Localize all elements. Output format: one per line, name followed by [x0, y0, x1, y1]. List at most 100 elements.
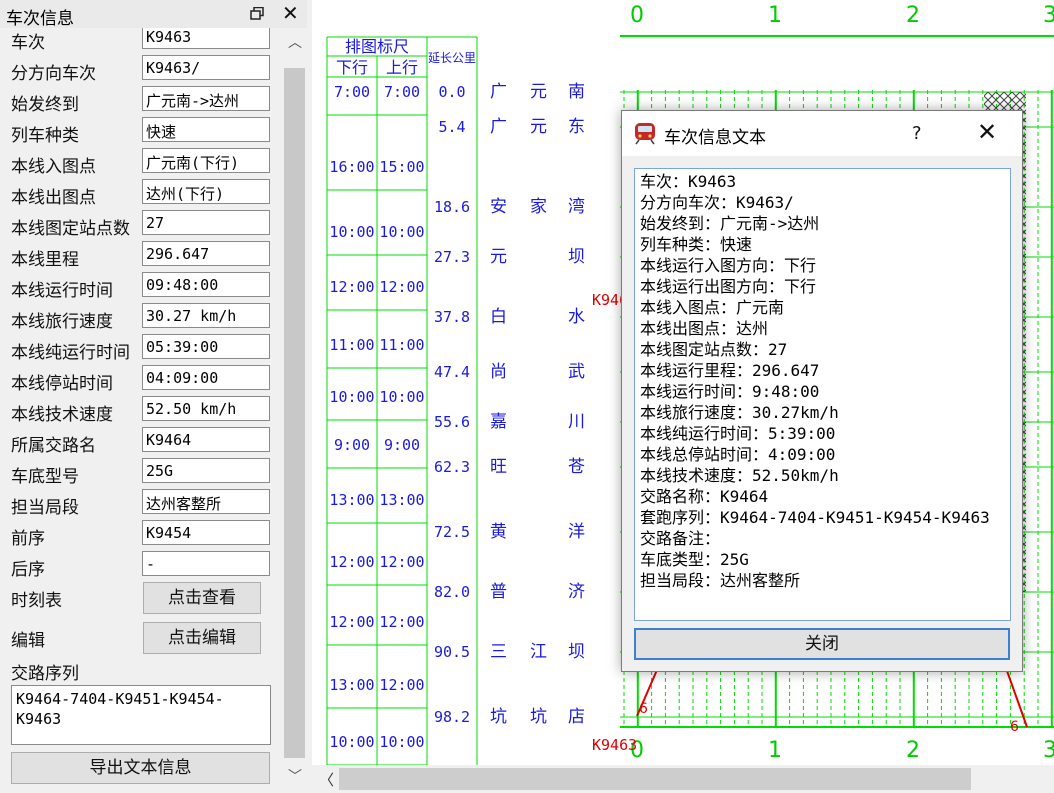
timetable-label: 时刻表 [11, 591, 62, 611]
view-timetable-button[interactable]: 点击查看 [143, 582, 261, 614]
field-label: 本线纯运行时间 [11, 343, 130, 363]
field-value[interactable]: 296.647 [142, 241, 270, 266]
station-name-char: 元 [530, 82, 547, 102]
station-name-char: 嘉 [490, 412, 507, 432]
info-line: 本线总停站时间：4:09:00 [640, 445, 836, 464]
field-label: 本线图定站点数 [11, 219, 130, 239]
km-label: 延长公里 [428, 51, 476, 65]
up-time: 15:00 [379, 158, 424, 176]
station-km: 62.3 [434, 458, 470, 476]
info-line: 本线入图点：广元南 [640, 298, 785, 317]
station-name-char: 家 [530, 197, 547, 217]
scroll-left-icon[interactable]: 〈 [319, 769, 334, 790]
info-line: 本线旅行速度：30.27km/h [640, 403, 839, 422]
chain-sequence-field[interactable]: K9464-7404-K9451-K9454-K9463 [11, 685, 271, 745]
field-label: 始发终到 [11, 95, 79, 115]
field-value[interactable]: K9454 [142, 520, 270, 545]
export-text-button[interactable]: 导出文本信息 [11, 752, 270, 784]
station-km: 47.4 [434, 363, 470, 381]
info-line: 本线纯运行时间：5:39:00 [640, 424, 836, 443]
station-name-char: 店 [568, 707, 585, 727]
field-value[interactable]: 广元南(下行) [142, 148, 270, 173]
hour-label-bottom: 2 [906, 738, 920, 763]
ruler-title: 排图标尺 [345, 37, 409, 56]
field-value[interactable]: 09:48:00 [142, 272, 270, 297]
scroll-down-icon[interactable]: ﹀ [288, 766, 302, 786]
close-button[interactable]: 关闭 [634, 628, 1010, 660]
station-name-char: 白 [490, 307, 507, 327]
station-name-char: 东 [568, 117, 585, 137]
train-label: K9463 [592, 736, 637, 754]
up-time: 9:00 [384, 436, 420, 454]
field-value[interactable]: 52.50 km/h [142, 396, 270, 421]
field-label: 车底型号 [11, 467, 79, 487]
field-label: 本线技术速度 [11, 405, 113, 425]
dialog-close-icon[interactable]: ✕ [977, 118, 997, 146]
scrollbar-thumb[interactable] [284, 68, 305, 758]
station-km: 18.6 [434, 198, 470, 216]
info-line: 本线运行出图方向：下行 [640, 277, 817, 296]
station-name-char: 水 [568, 307, 585, 327]
train-info-panel: 车次信息 ✕ 车次 K9463 分方向车次 K9463/始发终到 广元南->达州 列车种类… [0, 0, 307, 793]
station-name-char: 元 [490, 247, 507, 267]
panel-vertical-scrollbar[interactable]: ︿ ﹀ [282, 28, 307, 793]
down-time: 13:00 [329, 491, 374, 509]
station-km: 0.0 [438, 83, 465, 101]
field-value[interactable]: K9463 [142, 28, 270, 49]
train-info-text-dialog: 车次信息文本 ? ✕ 车次：K9463 分方向车次：K9463/始发终到：广元南-… [621, 110, 1023, 672]
field-label: 本线停站时间 [11, 374, 113, 394]
help-button[interactable]: ? [912, 123, 922, 144]
field-value[interactable]: 30.27 km/h [142, 303, 270, 328]
panel-close-icon[interactable]: ✕ [282, 1, 299, 25]
down-time: 10:00 [329, 733, 374, 751]
scroll-up-icon[interactable]: ︿ [288, 32, 302, 52]
station-name-char: 洋 [568, 522, 585, 542]
field-label: 本线入图点 [11, 157, 96, 177]
scrollbar-thumb[interactable] [339, 768, 971, 790]
field-value[interactable]: 05:39:00 [142, 334, 270, 359]
station-name-char: 坑 [530, 707, 547, 727]
minute-marker: 6 [1010, 719, 1019, 735]
diagram-horizontal-scrollbar[interactable]: 〈 [312, 765, 1054, 793]
field-value[interactable]: - [142, 551, 270, 576]
hour-label-top: 3 [1043, 3, 1054, 28]
edit-button[interactable]: 点击编辑 [143, 622, 261, 654]
up-time: 12:00 [379, 613, 424, 631]
station-km: 37.8 [434, 308, 470, 326]
info-line: 本线运行里程：296.647 [640, 361, 820, 380]
down-time: 12:00 [329, 553, 374, 571]
station-km: 82.0 [434, 583, 470, 601]
hour-label-top: 1 [768, 3, 782, 28]
hour-label-bottom: 1 [768, 738, 782, 763]
down-label: 下行 [336, 58, 368, 77]
station-name-char: 坑 [490, 707, 507, 727]
field-value[interactable]: 达州(下行) [142, 179, 270, 204]
field-value[interactable]: K9463/ [142, 55, 270, 80]
minute-marker: 6 [639, 701, 648, 717]
field-value[interactable]: 快速 [142, 117, 270, 142]
field-value[interactable]: 达州客整所 [142, 489, 270, 514]
train-icon [635, 123, 655, 145]
up-time: 10:00 [379, 388, 424, 406]
info-line: 担当局段：达州客整所 [640, 571, 801, 590]
hour-label-bottom: 3 [1043, 738, 1054, 763]
info-line: 本线技术速度：52.50km/h [640, 466, 839, 485]
train-info-textarea[interactable]: 车次：K9463 分方向车次：K9463/始发终到：广元南->达州 列车种类：快速本… [634, 168, 1011, 621]
float-window-icon[interactable] [250, 7, 264, 20]
station-name-char: 黄 [490, 522, 507, 542]
field-value[interactable]: K9464 [142, 427, 270, 452]
info-line: 分方向车次：K9463/ [640, 193, 794, 212]
field-value[interactable]: 25G [142, 458, 270, 483]
field-value[interactable]: 04:09:00 [142, 365, 270, 390]
field-value[interactable]: 27 [142, 210, 270, 235]
up-label: 上行 [386, 58, 418, 77]
station-name-char: 元 [530, 117, 547, 137]
station-name-char: 南 [568, 82, 585, 102]
chain-label: 交路序列 [11, 664, 79, 684]
info-line: 本线出图点：达州 [640, 319, 769, 338]
up-time: 10:00 [379, 223, 424, 241]
field-label: 所属交路名 [11, 436, 96, 456]
field-value[interactable]: 广元南->达州 [142, 86, 270, 111]
info-line: 本线运行入图方向：下行 [640, 256, 817, 275]
station-name-char: 广 [490, 82, 507, 102]
